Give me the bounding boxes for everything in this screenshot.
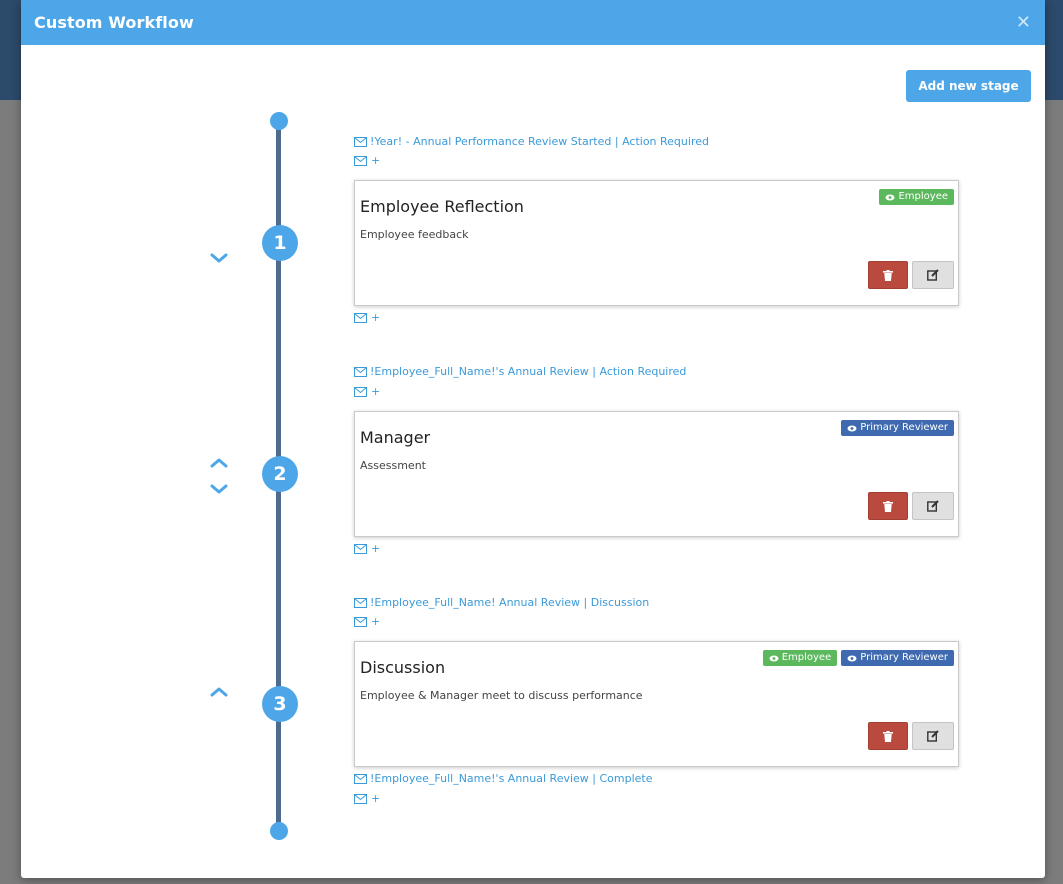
email-subject: !Employee_Full_Name! Annual Review | Dis… bbox=[370, 596, 650, 609]
email-subject: !Year! - Annual Performance Review Start… bbox=[370, 135, 709, 148]
stage-3-email-link[interactable]: !Employee_Full_Name! Annual Review | Dis… bbox=[354, 596, 649, 609]
stage-2-add-email-before[interactable]: + bbox=[354, 385, 380, 398]
stage-card-1: Employee Reflection Employee feedback Em… bbox=[354, 180, 959, 306]
stage-3-add-email-after[interactable]: + bbox=[354, 792, 380, 805]
eye-icon bbox=[847, 425, 857, 431]
move-down-chevron-icon[interactable] bbox=[209, 252, 229, 264]
stage-description: Employee & Manager meet to discuss perfo… bbox=[360, 689, 643, 702]
envelope-icon bbox=[354, 793, 367, 804]
envelope-icon bbox=[354, 155, 367, 166]
envelope-icon bbox=[354, 616, 367, 627]
edit-stage-button[interactable] bbox=[912, 722, 954, 750]
stage-title: Discussion bbox=[360, 658, 446, 677]
edit-icon bbox=[927, 500, 939, 512]
envelope-icon bbox=[354, 366, 367, 377]
add-email-label: + bbox=[371, 311, 381, 324]
delete-stage-button[interactable] bbox=[868, 261, 908, 289]
stage-card-2: Manager Assessment Primary Reviewer bbox=[354, 411, 959, 537]
stage-2-email-link[interactable]: !Employee_Full_Name!'s Annual Review | A… bbox=[354, 365, 686, 378]
edit-stage-button[interactable] bbox=[912, 261, 954, 289]
stage-1-add-email-after[interactable]: + bbox=[354, 311, 380, 324]
stage-title: Manager bbox=[360, 428, 431, 447]
add-email-label: + bbox=[371, 792, 381, 805]
add-email-label: + bbox=[371, 385, 381, 398]
add-email-label: + bbox=[371, 615, 381, 628]
employee-badge: Employee bbox=[879, 189, 954, 205]
timeline-start-dot bbox=[270, 112, 288, 130]
stage-1-email-link[interactable]: !Year! - Annual Performance Review Start… bbox=[354, 135, 709, 148]
stage-1-add-email-before[interactable]: + bbox=[354, 154, 380, 167]
move-up-chevron-icon[interactable] bbox=[209, 457, 229, 469]
trash-icon bbox=[883, 500, 893, 512]
stage-description: Employee feedback bbox=[360, 228, 469, 241]
move-up-chevron-icon[interactable] bbox=[209, 686, 229, 698]
edit-icon bbox=[927, 269, 939, 281]
envelope-icon bbox=[354, 597, 367, 608]
envelope-icon bbox=[354, 386, 367, 397]
modal-header: Custom Workflow ✕ bbox=[21, 0, 1045, 45]
stage-3-email-after-link[interactable]: !Employee_Full_Name!'s Annual Review | C… bbox=[354, 772, 653, 785]
custom-workflow-modal: Custom Workflow ✕ Add new stage 1 !Year!… bbox=[21, 0, 1045, 878]
primary-reviewer-badge: Primary Reviewer bbox=[841, 650, 954, 666]
add-email-label: + bbox=[371, 154, 381, 167]
stage-description: Assessment bbox=[360, 459, 426, 472]
email-subject: !Employee_Full_Name!'s Annual Review | C… bbox=[370, 772, 653, 785]
move-down-chevron-icon[interactable] bbox=[209, 483, 229, 495]
trash-icon bbox=[883, 730, 893, 742]
modal-title: Custom Workflow bbox=[34, 13, 194, 32]
primary-reviewer-badge: Primary Reviewer bbox=[841, 420, 954, 436]
email-subject: !Employee_Full_Name!'s Annual Review | A… bbox=[370, 365, 687, 378]
stage-number-1: 1 bbox=[262, 225, 298, 261]
delete-stage-button[interactable] bbox=[868, 722, 908, 750]
envelope-icon bbox=[354, 543, 367, 554]
envelope-icon bbox=[354, 136, 367, 147]
stage-2-add-email-after[interactable]: + bbox=[354, 542, 380, 555]
stage-number-2: 2 bbox=[262, 456, 298, 492]
eye-icon bbox=[847, 655, 857, 661]
eye-icon bbox=[885, 194, 895, 200]
add-new-stage-button[interactable]: Add new stage bbox=[906, 70, 1031, 102]
add-email-label: + bbox=[371, 542, 381, 555]
envelope-icon bbox=[354, 773, 367, 784]
stage-3-add-email-before[interactable]: + bbox=[354, 615, 380, 628]
envelope-icon bbox=[354, 312, 367, 323]
delete-stage-button[interactable] bbox=[868, 492, 908, 520]
stage-number-3: 3 bbox=[262, 686, 298, 722]
close-icon[interactable]: ✕ bbox=[1016, 12, 1031, 33]
employee-badge: Employee bbox=[762, 650, 838, 666]
stage-card-3: Discussion Employee & Manager meet to di… bbox=[354, 641, 959, 767]
trash-icon bbox=[883, 269, 893, 281]
timeline-end-dot bbox=[270, 822, 288, 840]
stage-title: Employee Reflection bbox=[360, 197, 524, 216]
edit-icon bbox=[927, 730, 939, 742]
eye-icon bbox=[769, 655, 779, 661]
edit-stage-button[interactable] bbox=[912, 492, 954, 520]
